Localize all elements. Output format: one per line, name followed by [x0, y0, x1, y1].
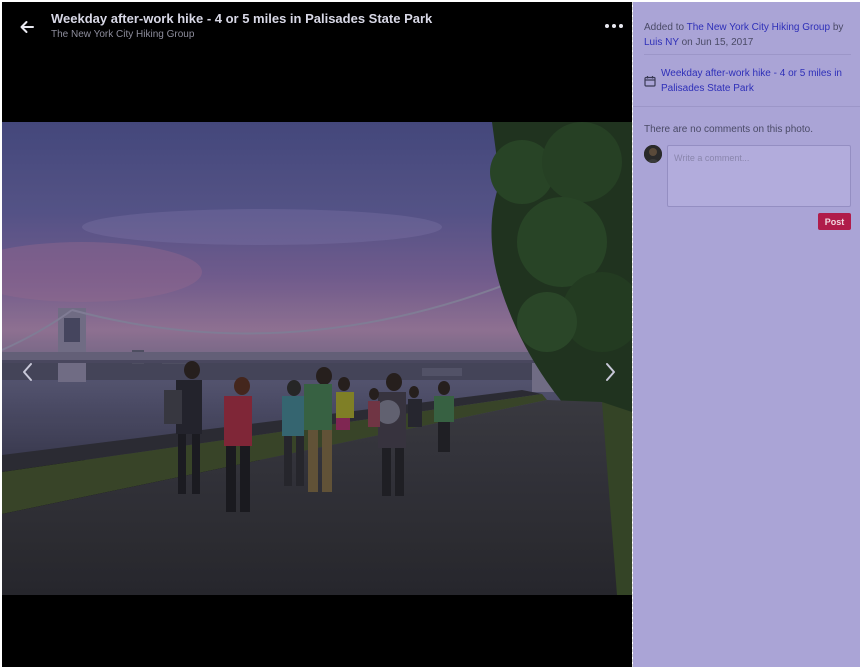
post-button[interactable]: Post	[818, 213, 851, 230]
comment-input[interactable]	[667, 145, 851, 207]
upload-date: on Jun 15, 2017	[678, 37, 754, 48]
group-subtitle[interactable]: The New York City Hiking Group	[51, 29, 194, 40]
arrow-left-icon	[20, 21, 34, 33]
more-horizontal-icon	[605, 24, 623, 28]
event-link[interactable]: Weekday after-work hike - 4 or 5 miles i…	[661, 66, 856, 96]
calendar-icon	[644, 76, 656, 87]
added-to-label: Added to	[644, 22, 687, 33]
photo-attribution: Added to The New York City Hiking Group …	[644, 20, 854, 50]
back-button[interactable]	[16, 16, 38, 38]
chevron-right-icon	[606, 363, 615, 381]
divider	[633, 106, 860, 107]
no-comments-text: There are no comments on this photo.	[644, 124, 813, 135]
user-avatar-icon	[644, 145, 662, 163]
photo-title: Weekday after-work hike - 4 or 5 miles i…	[51, 11, 433, 26]
photo-details-panel: Added to The New York City Hiking Group …	[633, 2, 860, 667]
viewer-header: Weekday after-work hike - 4 or 5 miles i…	[2, 2, 632, 52]
more-options-button[interactable]	[602, 14, 626, 38]
group-link[interactable]: The New York City Hiking Group	[687, 22, 830, 33]
chevron-left-icon	[23, 363, 32, 381]
previous-photo-button[interactable]	[16, 358, 40, 386]
next-photo-button[interactable]	[598, 358, 622, 386]
divider	[644, 54, 851, 55]
photo-viewer: Weekday after-work hike - 4 or 5 miles i…	[2, 2, 632, 667]
avatar	[644, 145, 662, 163]
hike-photo	[2, 122, 632, 595]
author-link[interactable]: Luis NY	[644, 37, 679, 48]
by-label: by	[830, 22, 844, 33]
